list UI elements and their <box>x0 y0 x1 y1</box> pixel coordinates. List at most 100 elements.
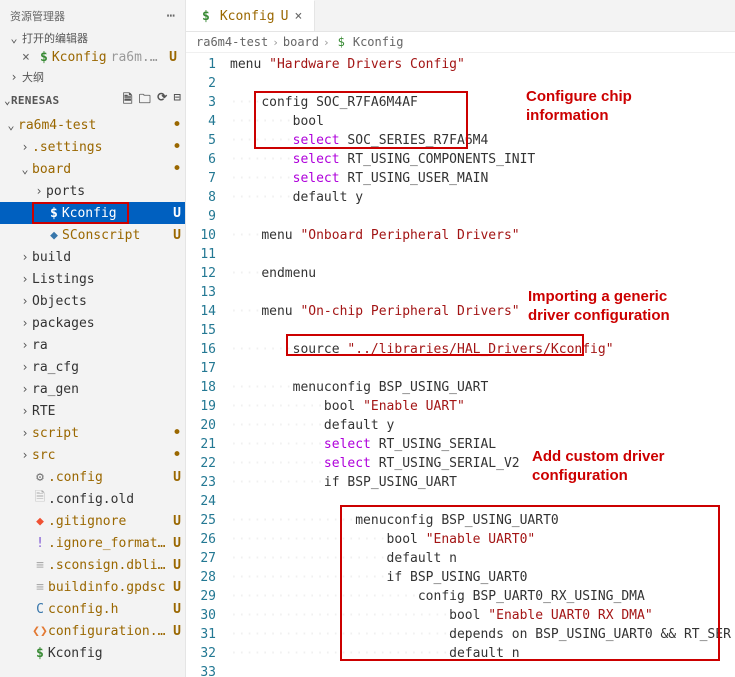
git-status-badge: U <box>171 228 183 243</box>
tree-folder[interactable]: ›script• <box>0 422 185 444</box>
open-file-name: Kconfig <box>52 50 107 65</box>
chevron-right-icon: › <box>18 338 32 352</box>
tree-label: ra6m4-test <box>18 118 167 133</box>
tree-label: ports <box>46 184 183 199</box>
chevron-right-icon: › <box>18 360 32 374</box>
open-editors-label: 打开的编辑器 <box>22 30 88 46</box>
file-icon: $ <box>40 50 48 65</box>
tree-label: Kconfig <box>62 206 167 221</box>
tree-label: RTE <box>32 404 183 419</box>
tree-file[interactable]: ❮❯configuration.xml U <box>0 620 185 642</box>
tree-folder[interactable]: ›build <box>0 246 185 268</box>
tree-folder[interactable]: ›ra <box>0 334 185 356</box>
yaml-icon: ! <box>32 536 48 551</box>
tree-label: SConscript <box>62 228 167 243</box>
tree-file[interactable]: ◆.gitignoreU <box>0 510 185 532</box>
tree-file[interactable]: ⚙.configU <box>0 466 185 488</box>
git-status-badge: U <box>171 602 183 617</box>
tree-label: ra <box>32 338 183 353</box>
line-gutter: 1234567891011121314151617181920212223242… <box>186 53 230 677</box>
outline-header[interactable]: › 大纲 <box>0 67 185 87</box>
chevron-down-icon: ⌄ <box>4 94 11 107</box>
tab-bar: $ Kconfig U × <box>186 0 735 32</box>
open-editor-item[interactable]: × $ Kconfig ra6m... U <box>0 48 185 67</box>
breadcrumb[interactable]: ra6m4-test › board › $ Kconfig <box>186 32 735 53</box>
git-status-badge: U <box>171 580 183 595</box>
xml-icon: ❮❯ <box>32 624 48 639</box>
git-status-badge: • <box>171 142 183 152</box>
more-actions-icon[interactable]: ⋯ <box>167 8 175 24</box>
gear-icon: ⚙ <box>32 470 48 485</box>
tree-label: src <box>32 448 167 463</box>
tree-folder[interactable]: ›ra_cfg <box>0 356 185 378</box>
close-icon[interactable]: × <box>22 50 36 65</box>
tree-file-kconfig[interactable]: $ Kconfig U <box>0 202 185 224</box>
chevron-right-icon: › <box>18 140 32 154</box>
git-status-badge: • <box>171 164 183 174</box>
project-name: RENESAS <box>11 94 59 107</box>
refresh-icon[interactable]: ⟳ <box>157 90 167 111</box>
tree-label: Objects <box>32 294 183 309</box>
chevron-right-icon: › <box>18 404 32 418</box>
file-icon: ≡ <box>32 580 48 595</box>
tree-label: .ignore_format.y... <box>48 536 167 551</box>
crumb[interactable]: board <box>283 35 319 49</box>
tree-label: .config <box>48 470 167 485</box>
code-content[interactable]: menu "Hardware Drivers Config" ····confi… <box>230 53 735 677</box>
tree-file[interactable]: ≡.sconsign.dbliteU <box>0 554 185 576</box>
tree-label: ra_gen <box>32 382 183 397</box>
file-icon: ◆ <box>46 228 62 243</box>
file-tree: ⌄ ra6m4-test • › .settings • ⌄ board • ›… <box>0 114 185 677</box>
tree-label: configuration.xml <box>48 624 167 639</box>
tree-file[interactable]: 🗎.config.old <box>0 488 185 510</box>
project-header[interactable]: ⌄ RENESAS 🗎 🗀 ⟳ ⊟ <box>0 87 185 114</box>
explorer-title: 资源管理器 <box>10 8 65 24</box>
git-status-badge: U <box>171 624 183 639</box>
tree-file[interactable]: ≡buildinfo.gpdscU <box>0 576 185 598</box>
tree-label: Listings <box>32 272 183 287</box>
git-status-badge: • <box>171 450 183 460</box>
git-icon: ◆ <box>32 514 48 529</box>
tree-folder[interactable]: ›RTE <box>0 400 185 422</box>
crumb[interactable]: ra6m4-test <box>196 35 268 49</box>
c-icon: C <box>32 602 48 617</box>
chevron-down-icon: ⌄ <box>6 31 22 45</box>
tree-folder[interactable]: ⌄ board • <box>0 158 185 180</box>
tree-folder-root[interactable]: ⌄ ra6m4-test • <box>0 114 185 136</box>
tree-label: packages <box>32 316 183 331</box>
open-editors-header[interactable]: ⌄ 打开的编辑器 <box>0 28 185 48</box>
chevron-right-icon: › <box>18 426 32 440</box>
chevron-right-icon: › <box>6 70 22 84</box>
tree-file[interactable]: Ccconfig.hU <box>0 598 185 620</box>
close-icon[interactable]: × <box>294 9 302 24</box>
new-file-icon[interactable]: 🗎 <box>123 90 133 111</box>
tree-folder[interactable]: ›Objects <box>0 290 185 312</box>
code-editor[interactable]: 1234567891011121314151617181920212223242… <box>186 53 735 677</box>
tree-file[interactable]: !.ignore_format.y... U <box>0 532 185 554</box>
tab-label: Kconfig <box>220 9 275 24</box>
collapse-all-icon[interactable]: ⊟ <box>173 90 181 111</box>
tree-folder[interactable]: ›Listings <box>0 268 185 290</box>
git-status-badge: U <box>171 536 183 551</box>
outline-label: 大纲 <box>22 69 44 85</box>
tab-kconfig[interactable]: $ Kconfig U × <box>186 0 315 31</box>
tree-folder[interactable]: › .settings • <box>0 136 185 158</box>
chevron-right-icon: › <box>18 272 32 286</box>
tree-file[interactable]: ◆ SConscript U <box>0 224 185 246</box>
tree-label: .config.old <box>48 492 183 507</box>
tree-folder[interactable]: ›packages <box>0 312 185 334</box>
tree-folder[interactable]: ›ra_gen <box>0 378 185 400</box>
crumb[interactable]: Kconfig <box>353 35 404 49</box>
tree-file[interactable]: $Kconfig <box>0 642 185 664</box>
git-status-badge: U <box>171 206 183 221</box>
explorer-sidebar: 资源管理器 ⋯ ⌄ 打开的编辑器 × $ Kconfig ra6m... U ›… <box>0 0 186 677</box>
tree-label: .gitignore <box>48 514 167 529</box>
new-folder-icon[interactable]: 🗀 <box>139 90 151 111</box>
file-icon: ≡ <box>32 558 48 573</box>
tree-label: .settings <box>32 140 167 155</box>
tree-label: Kconfig <box>48 646 183 661</box>
tree-folder[interactable]: › ports <box>0 180 185 202</box>
chevron-right-icon: › <box>18 448 32 462</box>
chevron-down-icon: ⌄ <box>18 162 32 176</box>
tree-folder[interactable]: ›src • <box>0 444 185 466</box>
